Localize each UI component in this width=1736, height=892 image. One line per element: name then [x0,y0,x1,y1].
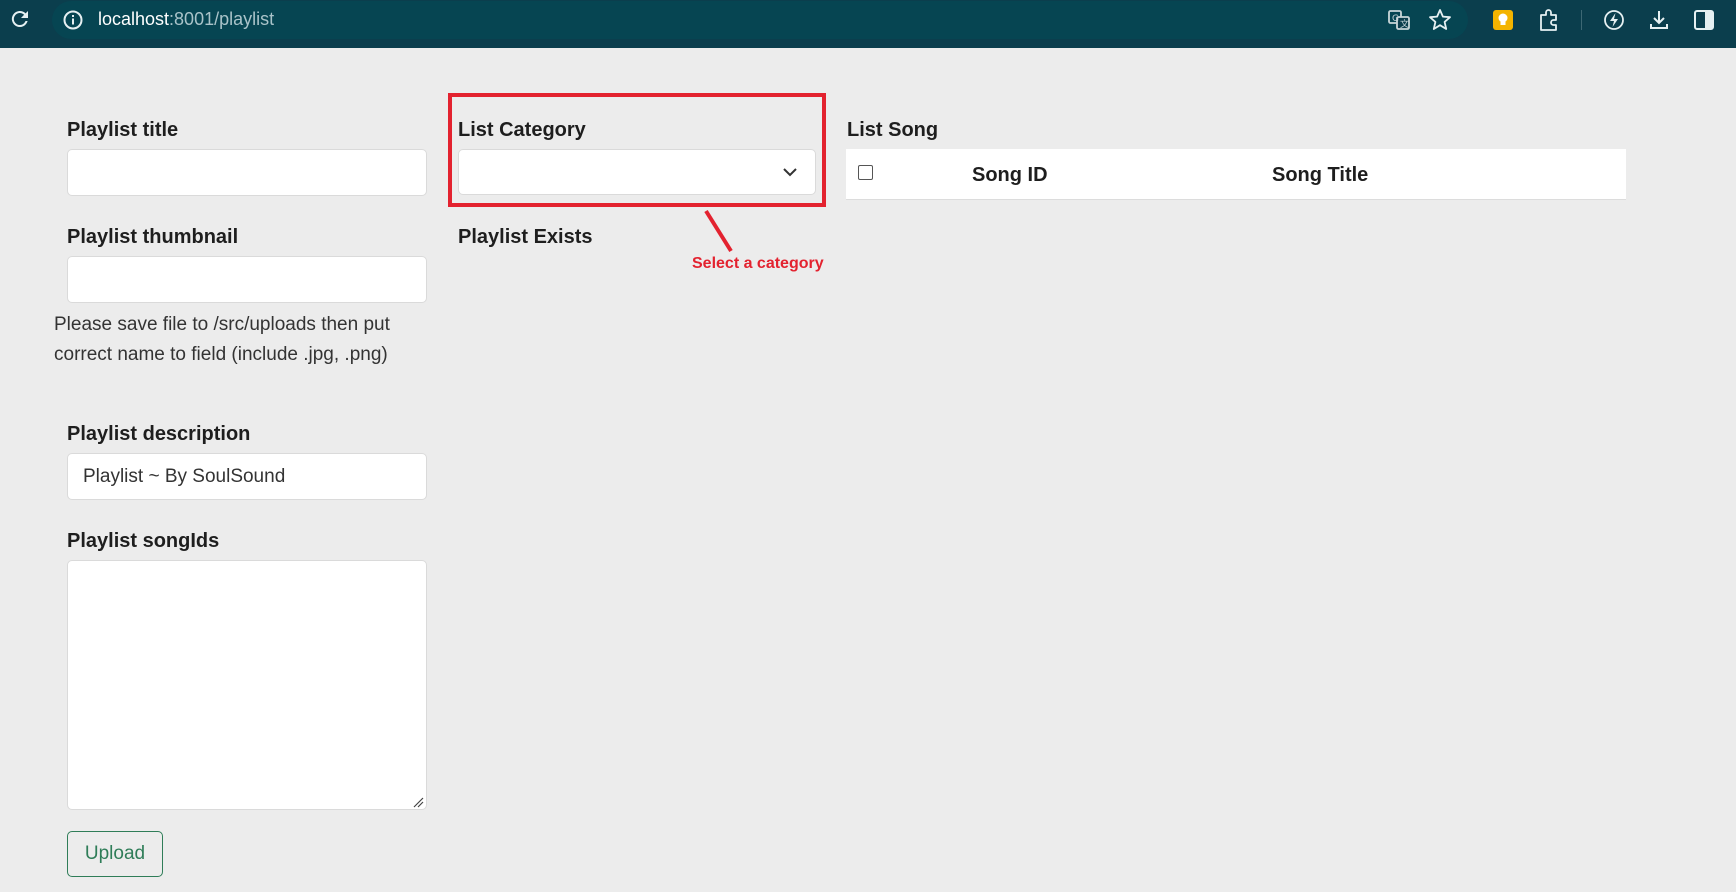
song-table-header: Song ID Song Title [846,149,1626,200]
performance-icon[interactable] [1601,7,1627,33]
list-song-label: List Song [847,119,939,141]
playlist-description-input[interactable] [67,453,427,500]
callout-text: Select a category [692,255,824,272]
playlist-songids-textarea[interactable] [67,560,427,810]
thumbnail-help-text: Please save file to /src/uploads then pu… [54,314,390,365]
column-header-song-id: Song ID [972,164,1048,186]
extensions-icon[interactable] [1536,7,1562,33]
svg-text:文: 文 [1400,18,1409,30]
annotation-pointer [704,209,733,253]
toolbar-divider [1581,10,1582,30]
download-icon[interactable] [1646,7,1672,33]
side-panel-icon[interactable] [1691,7,1717,33]
playlist-thumbnail-input[interactable] [67,256,427,303]
upload-button[interactable]: Upload [67,831,163,877]
translate-icon[interactable]: G 文 [1386,7,1412,33]
bookmark-star-icon[interactable] [1427,7,1453,33]
column-header-song-title: Song Title [1272,164,1369,186]
svg-text:G: G [1392,14,1399,24]
playlist-description-label: Playlist description [67,423,251,445]
playlist-songids-label: Playlist songIds [67,530,220,552]
select-all-checkbox[interactable] [858,165,873,180]
extension-badge-icon[interactable] [1490,7,1516,33]
resize-handle-icon[interactable] [412,796,424,808]
